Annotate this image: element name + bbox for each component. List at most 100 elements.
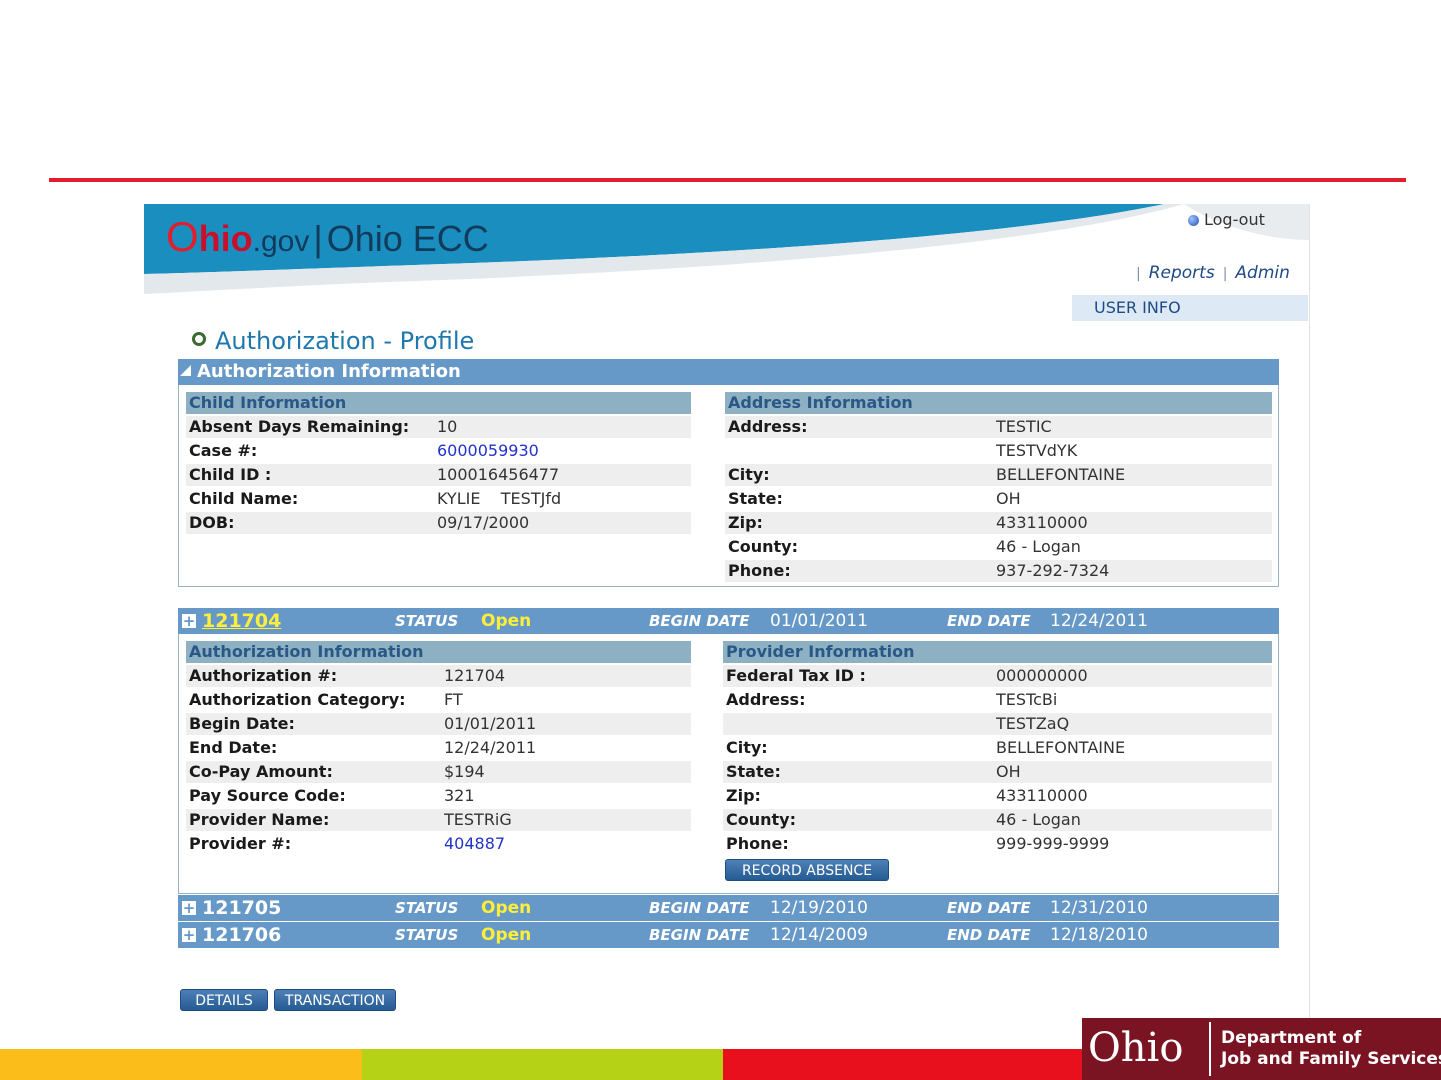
panel-header[interactable]: Authorization Information xyxy=(178,359,1279,385)
authorization-row-121706[interactable]: + 121706 STATUS Open BEGIN DATE 12/14/20… xyxy=(178,922,1279,948)
info-row: Address: TESTcBi xyxy=(723,689,1272,711)
authorization-number[interactable]: 121706 xyxy=(202,922,281,948)
user-info-tab[interactable]: USER INFO xyxy=(1072,295,1308,321)
collapse-triangle-icon xyxy=(180,365,191,376)
info-row: TESTZaQ xyxy=(723,713,1272,735)
title-rule xyxy=(49,178,1406,182)
row-label: Child ID : xyxy=(189,465,272,484)
address-info-section: Address Information Address: TESTIC TESTV… xyxy=(725,392,1272,582)
row-label: Zip: xyxy=(726,786,761,805)
provider-info-section: Provider Information Federal Tax ID : 000… xyxy=(723,641,1272,855)
section-header: Child Information xyxy=(186,392,691,414)
ohio-ecc-app: Ohio.gov | Ohio ECC Log-out | Reports | Admin… xyxy=(144,204,1310,1024)
info-row: Address: TESTIC xyxy=(725,416,1272,438)
row-label: City: xyxy=(728,465,770,484)
row-value: 46 - Logan xyxy=(996,810,1081,829)
record-absence-button[interactable]: RECORD ABSENCE xyxy=(725,859,889,881)
footer-stripe-yellow xyxy=(0,1049,362,1080)
brand-hio: hio xyxy=(198,218,253,259)
case-number-link[interactable]: 6000059930 xyxy=(437,440,539,462)
begin-date-value: 01/01/2011 xyxy=(770,611,868,631)
row-label: Child Name: xyxy=(189,489,299,508)
status-value: Open xyxy=(481,611,532,631)
row-label: County: xyxy=(726,810,796,829)
info-row: Zip: 433110000 xyxy=(723,785,1272,807)
status-key: STATUS xyxy=(395,899,459,917)
details-button[interactable]: DETAILS xyxy=(180,989,268,1011)
top-links: | Reports | Admin xyxy=(1128,262,1290,284)
info-row: Zip: 433110000 xyxy=(725,512,1272,534)
expand-plus-icon[interactable]: + xyxy=(182,928,196,943)
logout-link[interactable]: Log-out xyxy=(1188,210,1265,230)
info-row: Provider Name: TESTRiG xyxy=(186,809,691,831)
begin-date-value: 12/14/2009 xyxy=(770,925,868,945)
brand-logo[interactable]: Ohio.gov | Ohio ECC xyxy=(166,212,489,262)
section-header: Authorization Information xyxy=(186,641,691,663)
child-info-section: Child Information Absent Days Remaining:… xyxy=(186,392,691,534)
row-label: Absent Days Remaining: xyxy=(189,417,410,436)
row-label: City: xyxy=(726,738,768,757)
row-value: TESTcBi xyxy=(996,690,1058,709)
row-label: Provider #: xyxy=(189,834,292,853)
authorization-number-link[interactable]: 121704 xyxy=(202,608,281,634)
row-label: County: xyxy=(728,537,798,556)
authorization-info-panel: Authorization Information Child Informat… xyxy=(178,359,1279,587)
logout-label: Log-out xyxy=(1204,210,1265,229)
info-row: TESTVdYK xyxy=(725,440,1272,462)
info-row: Phone: 999-999-9999 xyxy=(723,833,1272,855)
row-label: Authorization #: xyxy=(189,666,338,685)
title-bullet-icon xyxy=(192,332,206,346)
end-date-value: 12/31/2010 xyxy=(1050,898,1148,918)
reports-link[interactable]: Reports xyxy=(1149,263,1215,283)
brand-o: O xyxy=(166,213,199,260)
link-divider: | xyxy=(1136,266,1141,282)
row-value: TESTRiG xyxy=(444,810,512,829)
provider-number-link[interactable]: 404887 xyxy=(444,833,505,855)
row-label: End Date: xyxy=(189,738,278,757)
info-row: Federal Tax ID : 000000000 xyxy=(723,665,1272,687)
expand-plus-icon[interactable]: + xyxy=(182,614,196,629)
section-header: Provider Information xyxy=(723,641,1272,663)
row-label: Authorization Category: xyxy=(189,690,406,709)
expand-plus-icon[interactable]: + xyxy=(182,901,196,916)
row-value: 121704 xyxy=(444,666,506,685)
end-date-key: END DATE xyxy=(947,899,1031,917)
row-value: 321 xyxy=(444,786,475,805)
info-row: Pay Source Code: 321 xyxy=(186,785,691,807)
authorization-row-121705[interactable]: + 121705 STATUS Open BEGIN DATE 12/19/20… xyxy=(178,895,1279,921)
info-row: Authorization Category: FT xyxy=(186,689,691,711)
info-row: City: BELLEFONTAINE xyxy=(723,737,1272,759)
link-divider: | xyxy=(1222,266,1228,282)
row-label: Zip: xyxy=(728,513,763,532)
begin-date-key: BEGIN DATE xyxy=(649,612,750,630)
row-value: 09/17/2000 xyxy=(437,513,530,532)
end-date-key: END DATE xyxy=(947,926,1031,944)
row-value: OH xyxy=(996,489,1021,508)
row-value: 937-292-7324 xyxy=(996,561,1110,580)
row-value: TESTZaQ xyxy=(996,714,1070,733)
row-label: Provider Name: xyxy=(189,810,330,829)
row-label: State: xyxy=(726,762,781,781)
row-label: Case #: xyxy=(189,441,258,460)
row-value: 12/24/2011 xyxy=(444,738,537,757)
footer-stripe-red xyxy=(723,1049,1082,1080)
info-row: Child ID : 100016456477 xyxy=(186,464,691,486)
authorization-row-121704[interactable]: + 121704 STATUS Open BEGIN DATE 01/01/20… xyxy=(178,608,1279,634)
row-value: 100016456477 xyxy=(437,465,560,484)
begin-date-key: BEGIN DATE xyxy=(649,926,750,944)
row-value: FT xyxy=(444,690,463,709)
admin-link[interactable]: Admin xyxy=(1235,263,1289,283)
info-row: End Date: 12/24/2011 xyxy=(186,737,691,759)
info-row: State: OH xyxy=(723,761,1272,783)
transaction-button[interactable]: TRANSACTION xyxy=(274,989,396,1011)
info-row: Case #: 6000059930 xyxy=(186,440,691,462)
end-date-value: 12/18/2010 xyxy=(1050,925,1148,945)
ohio-wordmark: Ohio xyxy=(1088,1025,1184,1071)
authorization-number[interactable]: 121705 xyxy=(202,895,281,921)
logout-globe-icon xyxy=(1188,215,1199,226)
row-value: TESTIC xyxy=(996,417,1052,436)
info-row: County: 46 - Logan xyxy=(723,809,1272,831)
info-row: Authorization #: 121704 xyxy=(186,665,691,687)
status-key: STATUS xyxy=(395,926,459,944)
row-label: State: xyxy=(728,489,783,508)
